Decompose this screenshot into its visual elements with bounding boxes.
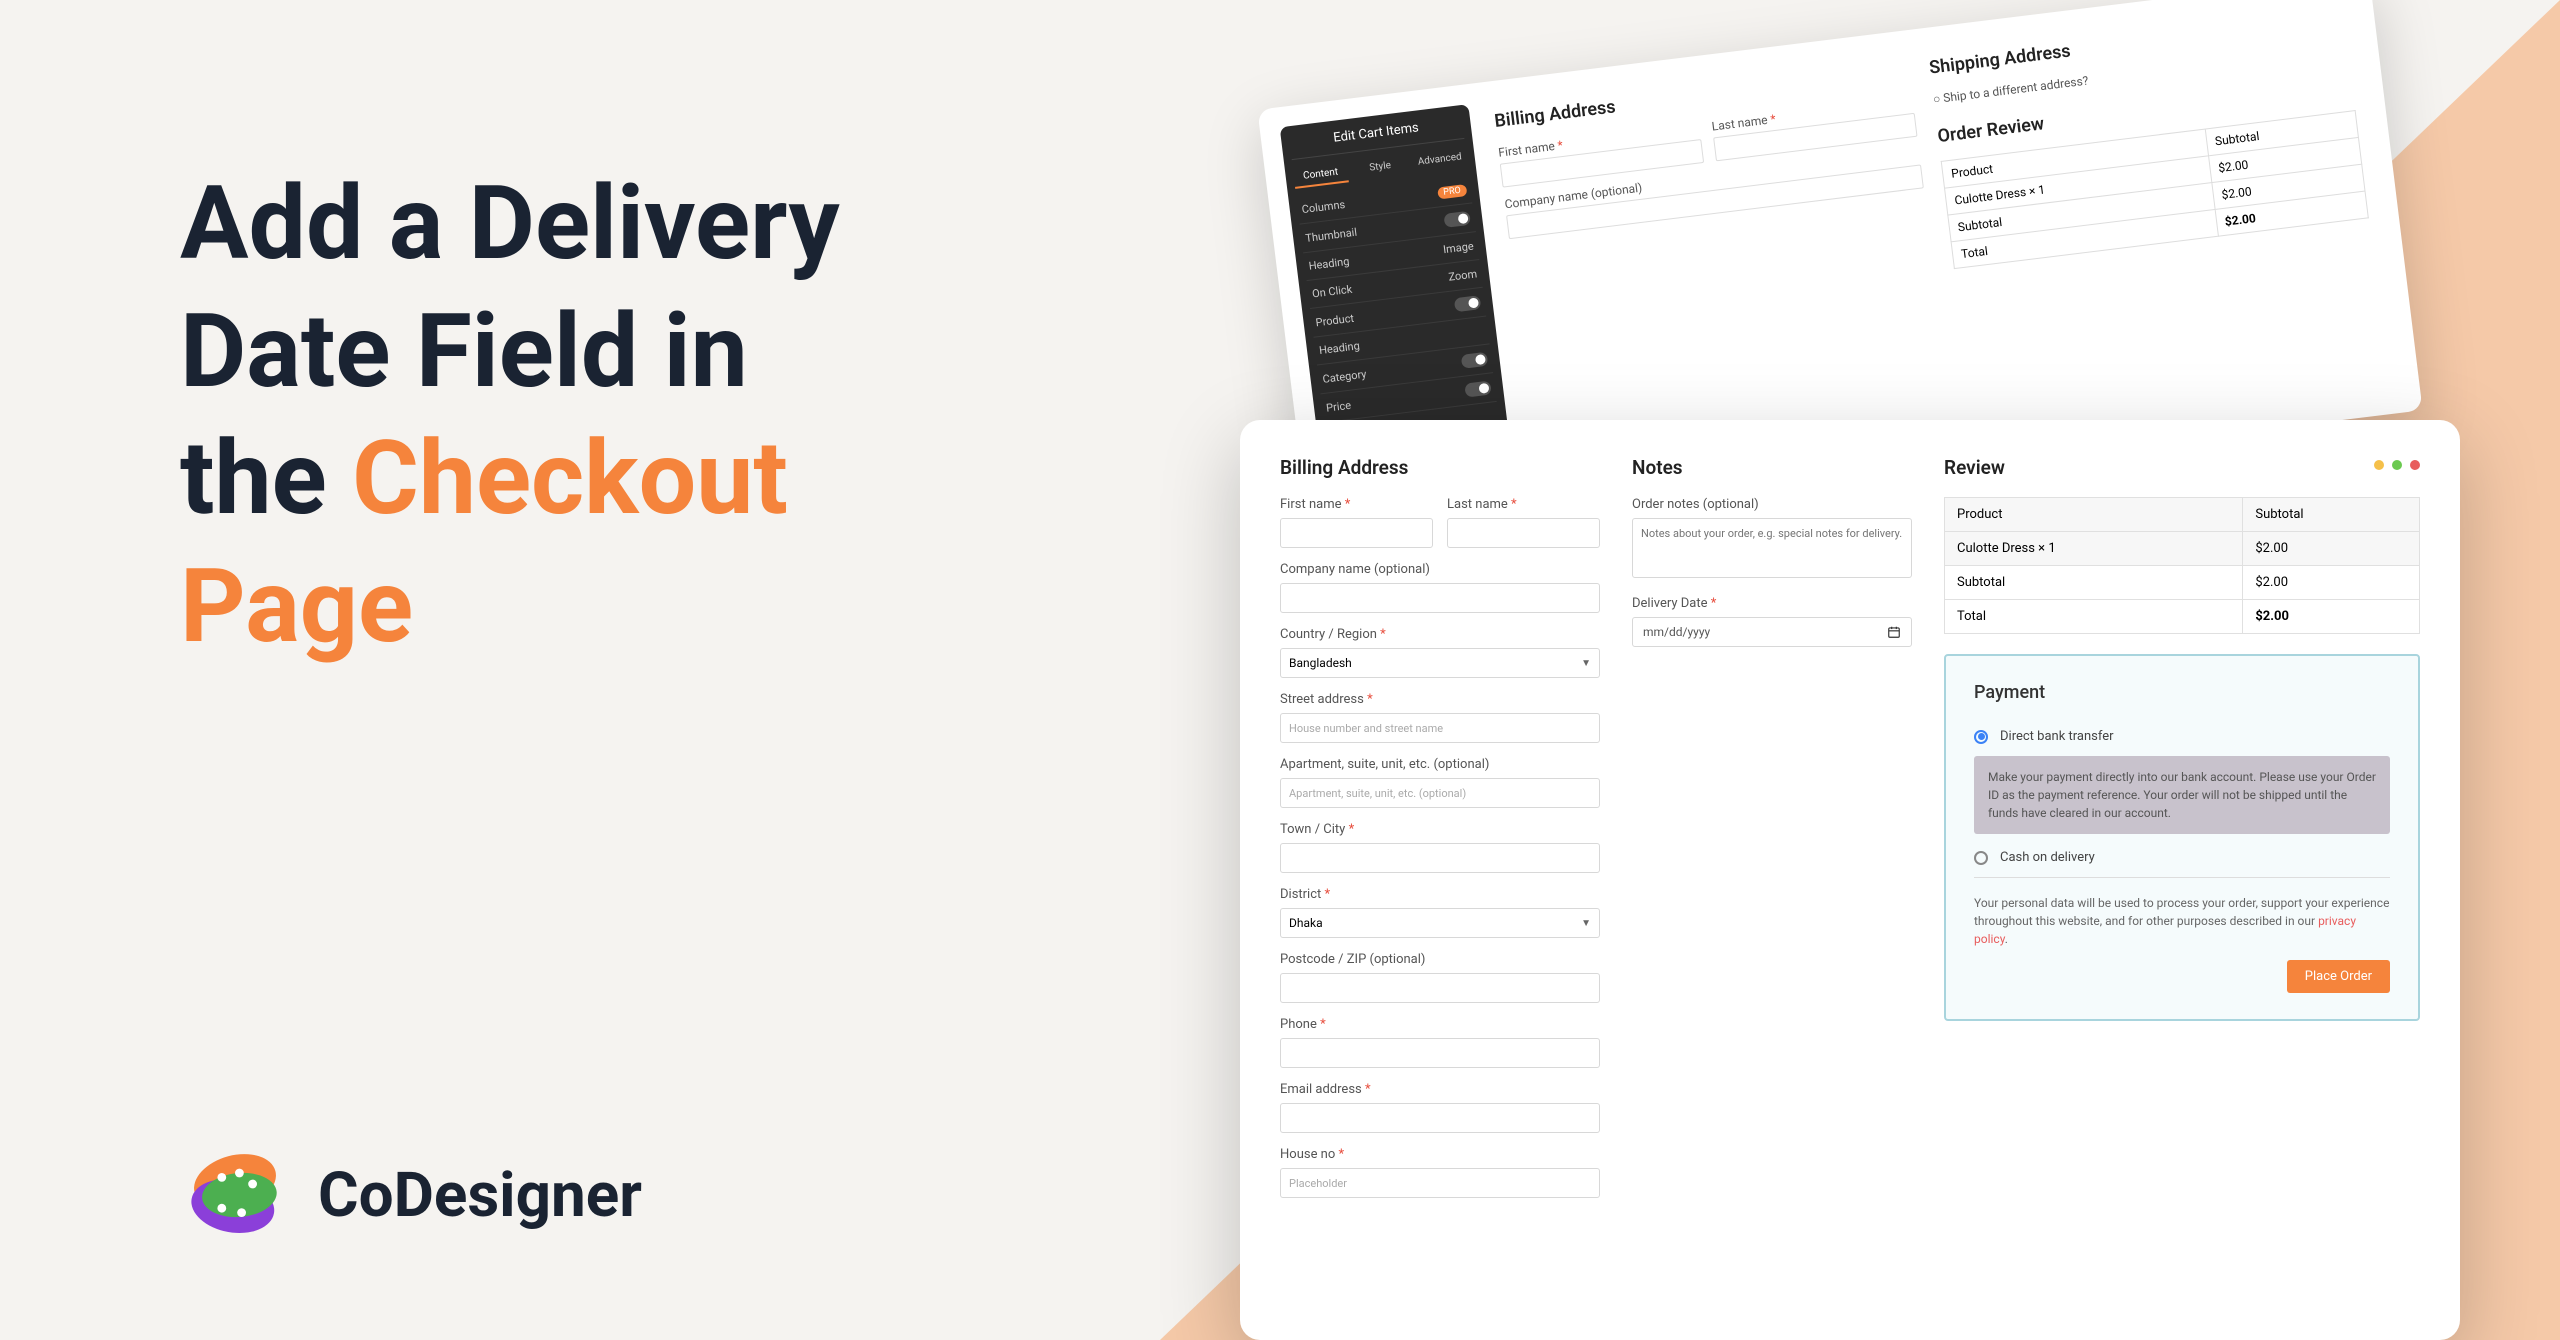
payment-title: Payment bbox=[1974, 682, 2390, 707]
delivery-date-input[interactable]: mm/dd/yyyy bbox=[1632, 617, 1912, 647]
radio-unchecked-icon bbox=[1974, 851, 1988, 865]
payment-option-cod[interactable]: Cash on delivery bbox=[1974, 850, 2390, 865]
review-table: ProductSubtotal Culotte Dress × 1$2.00 S… bbox=[1944, 497, 2420, 634]
calendar-icon bbox=[1887, 625, 1901, 639]
logo-icon bbox=[180, 1140, 290, 1250]
toggle-icon[interactable] bbox=[1464, 381, 1492, 398]
street-input[interactable] bbox=[1280, 713, 1600, 743]
td-sub-val: $2.00 bbox=[2243, 566, 2420, 600]
toggle-icon[interactable] bbox=[1443, 211, 1471, 228]
td-item: Culotte Dress × 1 bbox=[1945, 532, 2243, 566]
headline-accent2: Page bbox=[180, 546, 413, 666]
fname-input[interactable] bbox=[1280, 518, 1433, 548]
td-total-label: Total bbox=[1945, 600, 2243, 634]
headline-line2: Date Field in bbox=[180, 291, 748, 411]
billing-column: Billing Address First name * Last name *… bbox=[1280, 456, 1600, 1304]
apt-label: Apartment, suite, unit, etc. (optional) bbox=[1280, 757, 1600, 772]
th-subtotal: Subtotal bbox=[2243, 498, 2420, 532]
headline-line1: Add a Delivery bbox=[180, 163, 840, 283]
td-total-val: $2.00 bbox=[2243, 600, 2420, 634]
phone-input[interactable] bbox=[1280, 1038, 1600, 1068]
delivery-date-label: Delivery Date * bbox=[1632, 596, 1912, 611]
toggle-icon[interactable] bbox=[1461, 352, 1489, 369]
town-label: Town / City * bbox=[1280, 822, 1600, 837]
dot-yellow bbox=[2374, 460, 2384, 470]
tab-style[interactable]: Style bbox=[1352, 154, 1408, 181]
district-label: District * bbox=[1280, 887, 1600, 902]
company-label: Company name (optional) bbox=[1280, 562, 1600, 577]
dot-red bbox=[2410, 460, 2420, 470]
postcode-label: Postcode / ZIP (optional) bbox=[1280, 952, 1600, 967]
review-column: Review ProductSubtotal Culotte Dress × 1… bbox=[1944, 456, 2420, 1304]
privacy-text: Your personal data will be used to proce… bbox=[1974, 877, 2390, 948]
notes-title: Notes bbox=[1632, 456, 1912, 479]
apt-input[interactable] bbox=[1280, 778, 1600, 808]
review-title: Review bbox=[1944, 456, 2420, 479]
order-notes-textarea[interactable] bbox=[1632, 518, 1912, 578]
email-label: Email address * bbox=[1280, 1082, 1600, 1097]
house-label: House no * bbox=[1280, 1147, 1600, 1162]
order-notes-label: Order notes (optional) bbox=[1632, 497, 1912, 512]
payment-option-bank[interactable]: Direct bank transfer bbox=[1974, 729, 2390, 744]
pro-badge: PRO bbox=[1437, 184, 1468, 199]
chevron-down-icon: ▼ bbox=[1581, 918, 1591, 929]
tab-content[interactable]: Content bbox=[1293, 161, 1349, 188]
notes-column: Notes Order notes (optional) Delivery Da… bbox=[1632, 456, 1912, 1304]
window-dots bbox=[2374, 460, 2420, 470]
brand-logo: CoDesigner bbox=[180, 1140, 642, 1250]
th-product: Product bbox=[1945, 498, 2243, 532]
company-input[interactable] bbox=[1280, 583, 1600, 613]
phone-label: Phone * bbox=[1280, 1017, 1600, 1032]
page-headline: Add a Delivery Date Field in the Checkou… bbox=[180, 160, 1180, 670]
headline-line3: the bbox=[180, 418, 352, 538]
td-price: $2.00 bbox=[2243, 532, 2420, 566]
lname-label: Last name * bbox=[1447, 497, 1600, 512]
country-label: Country / Region * bbox=[1280, 627, 1600, 642]
checkout-mockup-front: Billing Address First name * Last name *… bbox=[1240, 420, 2460, 1340]
postcode-input[interactable] bbox=[1280, 973, 1600, 1003]
town-input[interactable] bbox=[1280, 843, 1600, 873]
headline-accent1: Checkout bbox=[352, 418, 788, 538]
dot-green bbox=[2392, 460, 2402, 470]
lname-input[interactable] bbox=[1447, 518, 1600, 548]
tab-advanced[interactable]: Advanced bbox=[1412, 147, 1468, 174]
country-select[interactable]: Bangladesh▼ bbox=[1280, 648, 1600, 678]
house-input[interactable] bbox=[1280, 1168, 1600, 1198]
billing-title: Billing Address bbox=[1280, 456, 1600, 479]
brand-name: CoDesigner bbox=[318, 1159, 642, 1232]
district-select[interactable]: Dhaka▼ bbox=[1280, 908, 1600, 938]
email-input[interactable] bbox=[1280, 1103, 1600, 1133]
payment-box: Payment Direct bank transfer Make your p… bbox=[1944, 654, 2420, 1021]
street-label: Street address * bbox=[1280, 692, 1600, 707]
toggle-icon[interactable] bbox=[1454, 295, 1482, 312]
radio-checked-icon bbox=[1974, 730, 1988, 744]
chevron-down-icon: ▼ bbox=[1581, 658, 1591, 669]
back-shipping-col: Shipping Address ○ Ship to a different a… bbox=[1928, 7, 2389, 435]
fname-label: First name * bbox=[1280, 497, 1433, 512]
td-sub-label: Subtotal bbox=[1945, 566, 2243, 600]
place-order-button[interactable]: Place Order bbox=[2287, 960, 2390, 993]
payment-description: Make your payment directly into our bank… bbox=[1974, 756, 2390, 834]
